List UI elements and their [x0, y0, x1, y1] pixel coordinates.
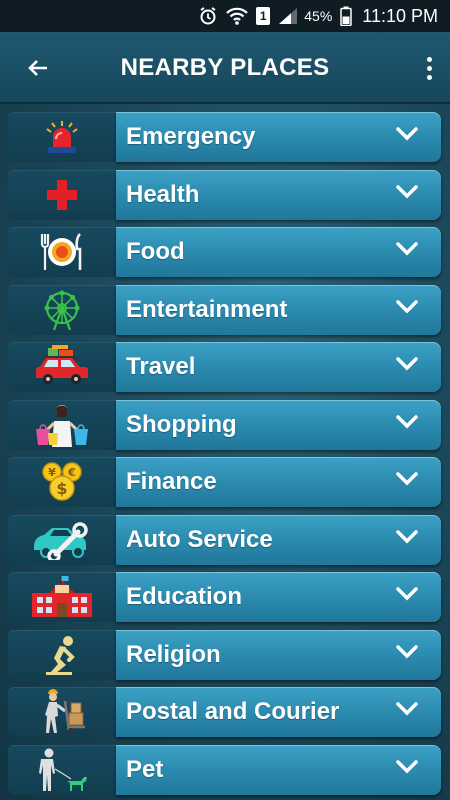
category-bar[interactable]: Health — [116, 169, 441, 220]
category-row-auto-service[interactable]: Auto Service — [8, 514, 441, 565]
signal-icon — [278, 7, 298, 25]
plate-fork-knife-icon — [40, 233, 82, 270]
category-label: Food — [126, 238, 185, 265]
chevron-down-icon[interactable] — [395, 126, 419, 142]
category-icon-box — [8, 169, 116, 220]
red-cross-icon — [47, 179, 77, 210]
category-row-entertainment[interactable]: Entertainment — [8, 284, 441, 335]
category-label: Travel — [126, 353, 196, 380]
category-icon-box — [8, 284, 116, 335]
chevron-down-icon[interactable] — [395, 701, 419, 717]
category-row-postal-and-courier[interactable]: Postal and Courier — [8, 687, 441, 737]
chevron-down-icon[interactable] — [395, 644, 419, 660]
category-label: Emergency — [126, 123, 256, 150]
category-row-finance[interactable]: ¥ € $ Finance — [8, 457, 441, 507]
status-bar: 1 45% 11:10 PM — [0, 0, 450, 32]
category-label: Health — [126, 180, 200, 208]
car-wrench-icon — [34, 521, 88, 560]
category-icon-box — [8, 112, 116, 162]
category-icon-box — [8, 629, 116, 680]
category-label: Auto Service — [126, 525, 273, 553]
alarm-icon — [198, 6, 218, 26]
svg-text:€: € — [67, 466, 76, 479]
category-list: Emergency Health Food Entertainment Trav… — [0, 104, 450, 800]
chevron-down-icon[interactable] — [395, 586, 419, 602]
category-row-religion[interactable]: Religion — [8, 629, 441, 680]
battery-percent: 45% — [304, 8, 333, 24]
category-icon-box — [8, 342, 116, 392]
overflow-dot — [426, 74, 432, 80]
clock: 11:10 PM — [362, 5, 438, 26]
overflow-dot — [426, 56, 432, 62]
category-bar[interactable]: Religion — [116, 629, 441, 680]
overflow-dot — [426, 65, 432, 71]
chevron-down-icon[interactable] — [395, 529, 419, 545]
shopping-woman-icon — [36, 404, 88, 447]
app-bar: NEARBY PLACES — [0, 32, 450, 104]
chevron-down-icon[interactable] — [395, 471, 419, 487]
overflow-menu-button[interactable] — [422, 50, 436, 86]
chevron-down-icon[interactable] — [395, 241, 419, 257]
category-icon-box: ¥ € $ — [8, 457, 116, 507]
category-row-shopping[interactable]: Shopping — [8, 399, 441, 450]
category-icon-box — [8, 399, 116, 450]
category-row-emergency[interactable]: Emergency — [8, 112, 441, 162]
category-icon-box — [8, 744, 116, 795]
chevron-down-icon[interactable] — [395, 759, 419, 775]
category-label: Entertainment — [126, 295, 288, 323]
category-icon-box — [8, 572, 116, 622]
category-bar[interactable]: Pet — [116, 744, 441, 795]
category-label: Religion — [126, 640, 221, 668]
page-title: NEARBY PLACES — [120, 54, 330, 81]
sim-label: 1 — [256, 7, 271, 25]
school-building-icon — [32, 576, 92, 617]
category-row-food[interactable]: Food — [8, 227, 441, 277]
category-label: Pet — [126, 755, 164, 783]
wifi-icon — [226, 6, 249, 26]
courier-cart-icon — [45, 689, 85, 734]
category-bar[interactable]: Emergency — [116, 112, 441, 162]
category-bar[interactable]: Entertainment — [116, 284, 441, 335]
category-bar[interactable]: Education — [116, 572, 441, 622]
chevron-down-icon[interactable] — [395, 356, 419, 372]
category-icon-box — [8, 514, 116, 565]
chevron-down-icon[interactable] — [395, 414, 419, 430]
svg-text:¥: ¥ — [48, 466, 56, 479]
category-icon-box — [8, 227, 116, 277]
category-row-travel[interactable]: Travel — [8, 342, 441, 392]
category-row-health[interactable]: Health — [8, 169, 441, 220]
svg-text:$: $ — [56, 479, 67, 498]
category-bar[interactable]: Shopping — [116, 399, 441, 450]
chevron-down-icon[interactable] — [395, 299, 419, 315]
coins-icon: ¥ € $ — [42, 462, 82, 501]
category-bar[interactable]: Finance — [116, 457, 441, 507]
category-row-pet[interactable]: Pet — [8, 744, 441, 795]
category-label: Finance — [126, 468, 217, 495]
siren-icon — [46, 121, 78, 153]
category-label: Shopping — [126, 410, 237, 438]
chevron-down-icon[interactable] — [395, 184, 419, 200]
category-bar[interactable]: Postal and Courier — [116, 687, 441, 737]
ferris-wheel-icon — [44, 290, 80, 330]
category-bar[interactable]: Travel — [116, 342, 441, 392]
praying-person-icon — [46, 635, 75, 675]
battery-icon — [340, 6, 353, 26]
category-bar[interactable]: Auto Service — [116, 514, 441, 565]
category-icon-box — [8, 687, 116, 737]
category-bar[interactable]: Food — [116, 227, 441, 277]
category-label: Education — [126, 583, 243, 610]
category-row-education[interactable]: Education — [8, 572, 441, 622]
car-luggage-icon — [35, 345, 88, 384]
category-label: Postal and Courier — [126, 698, 340, 725]
sim-icon: 1 — [256, 7, 271, 25]
person-walking-dog-icon — [39, 748, 87, 791]
